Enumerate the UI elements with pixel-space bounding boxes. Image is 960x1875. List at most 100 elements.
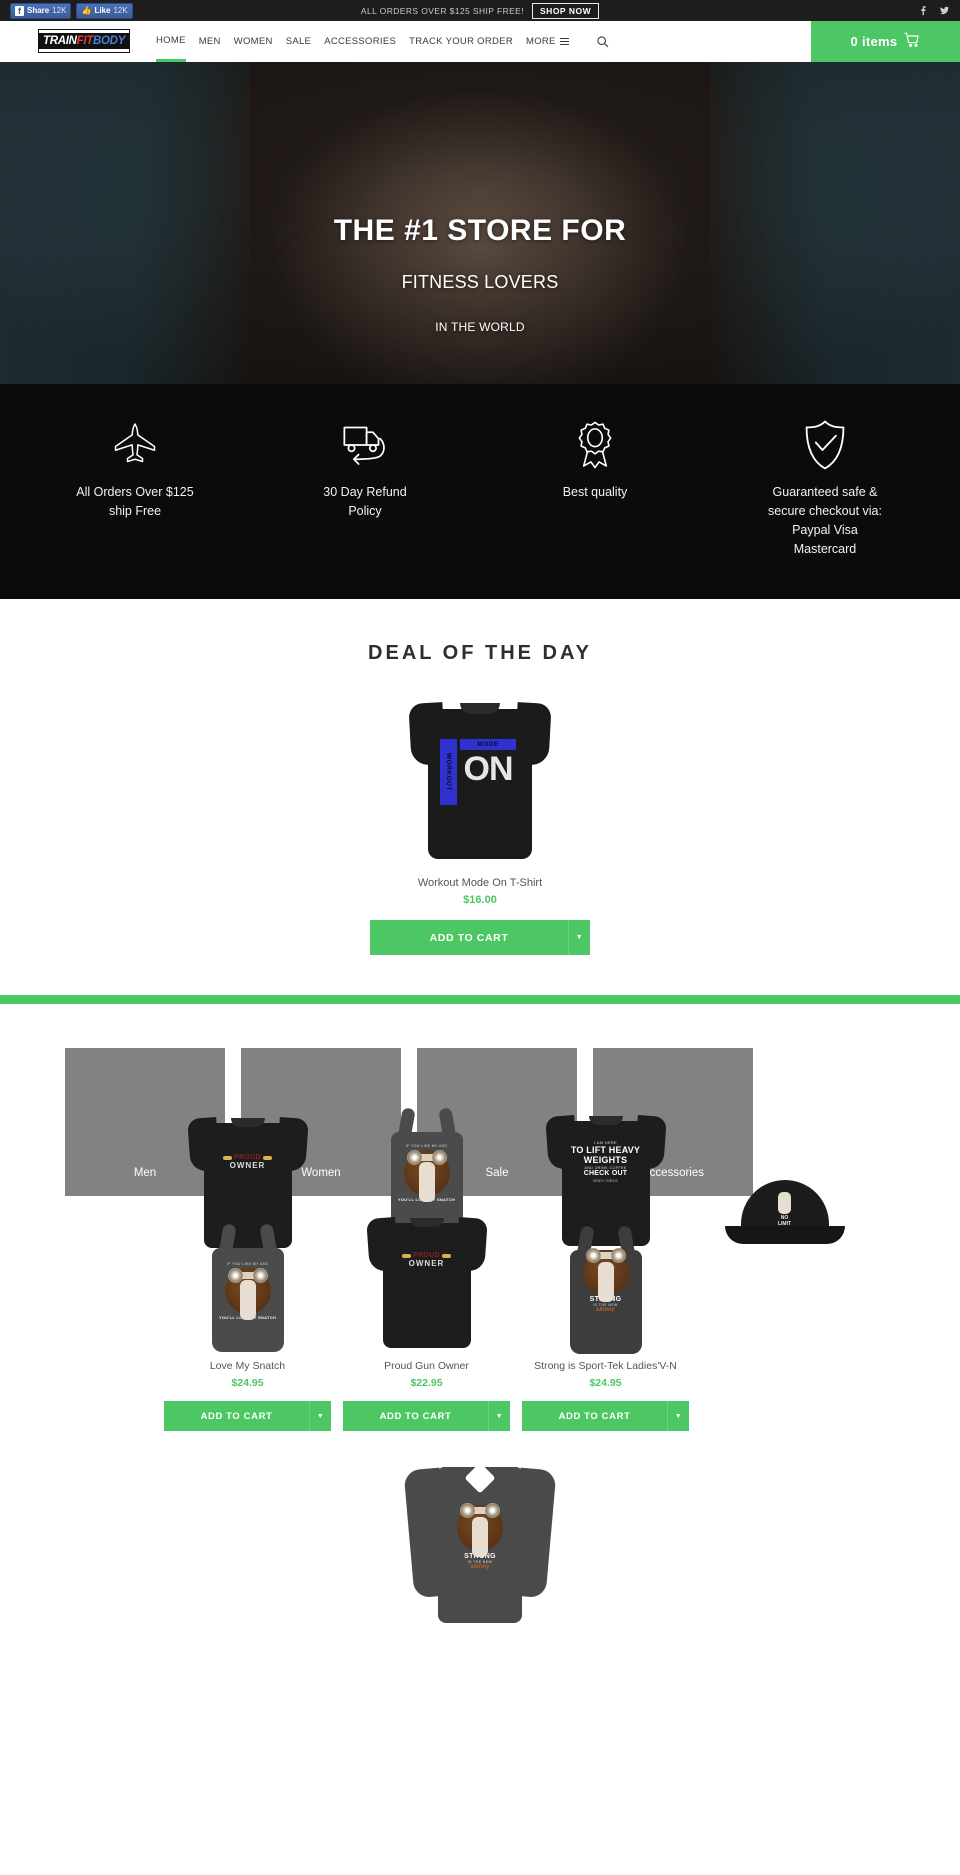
variant-dropdown-caret-icon[interactable]: ▼ bbox=[568, 920, 590, 955]
section-divider bbox=[0, 995, 960, 1004]
cap-brim bbox=[724, 1226, 845, 1244]
tee-art-line-1: PROUD bbox=[234, 1154, 261, 1161]
facebook-icon: f bbox=[15, 5, 24, 16]
shield-check-icon bbox=[801, 420, 849, 470]
nav-item-home[interactable]: HOME bbox=[156, 21, 186, 62]
product-name[interactable]: Proud Gun Owner bbox=[337, 1360, 516, 1372]
search-icon[interactable] bbox=[596, 35, 609, 48]
variant-dropdown-caret-icon[interactable]: ▼ bbox=[488, 1401, 510, 1431]
print-on-text: ON bbox=[463, 750, 514, 788]
thumbs-up-icon: 👍 bbox=[81, 6, 92, 15]
deal-product-card: WORKOUT MODE ON Workout Mode On T-Shirt … bbox=[0, 691, 960, 955]
cap-art-figure bbox=[778, 1192, 791, 1214]
cap-graphic-no-limit: NO LIMIT bbox=[724, 1180, 845, 1258]
facebook-share-button[interactable]: f Share 12K bbox=[10, 2, 72, 19]
award-ribbon-icon bbox=[571, 421, 619, 469]
deal-of-the-day-section: DEAL OF THE DAY WORKOUT MODE ON Workout … bbox=[0, 599, 960, 1004]
benefit-text: All Orders Over $125 ship Free bbox=[76, 485, 194, 518]
product-row-2: STRONG IS THE NEW skinny bbox=[0, 1453, 960, 1623]
product-grid: PROUD OWNER IF YOU LIKE MY ASS YOU'LL LO… bbox=[0, 1098, 960, 1431]
tee-art-line-3: skinny bbox=[595, 1307, 615, 1313]
tee-art-line-5: BODY GIRLS bbox=[593, 1178, 618, 1183]
tee-art-line-2: TO LIFT HEAVY WEIGHTS bbox=[570, 1145, 641, 1165]
benefit-secure-checkout: Guaranteed safe & secure checkout via: P… bbox=[710, 420, 940, 559]
add-to-cart-group: ADD TO CART ▼ bbox=[343, 1401, 510, 1431]
add-to-cart-button[interactable]: ADD TO CART bbox=[522, 1401, 667, 1431]
share-count: 12K bbox=[52, 6, 67, 15]
nav-item-women[interactable]: WOMEN bbox=[234, 21, 273, 62]
product-name[interactable]: Strong is Sport-Tek Ladies'V-N bbox=[516, 1360, 695, 1372]
tank-graphic-love-my-snatch: IF YOU LIKE MY ASS YOU'LL LOVE MY SNATCH bbox=[200, 1218, 296, 1352]
product-image-group[interactable]: I AM HERE TO LIFT HEAVY WEIGHTS AND DRIN… bbox=[516, 1098, 695, 1360]
benefit-refund-policy: 30 Day Refund Policy bbox=[250, 421, 480, 559]
cart-button[interactable]: 0 items bbox=[811, 21, 960, 62]
add-to-cart-group: ADD TO CART ▼ bbox=[164, 1401, 331, 1431]
product-name[interactable]: Love My Snatch bbox=[158, 1360, 337, 1372]
facebook-like-button[interactable]: 👍 Like 12K bbox=[76, 2, 133, 19]
like-count: 12K bbox=[113, 6, 128, 15]
logo-part-3: BODY bbox=[92, 35, 126, 47]
nav-item-more[interactable]: MORE bbox=[526, 21, 569, 62]
print-vertical-text: WORKOUT bbox=[440, 739, 457, 805]
long-sleeve-graphic-strong-is-the-new-skinny[interactable]: STRONG IS THE NEW skinny bbox=[403, 1453, 557, 1623]
hamburger-icon bbox=[559, 37, 569, 46]
tee-art-line-4: CHECK OUT bbox=[583, 1170, 628, 1177]
tee-collar bbox=[460, 703, 500, 714]
product-name[interactable]: Workout Mode On T-Shirt bbox=[0, 877, 960, 889]
nav-item-sale[interactable]: SALE bbox=[286, 21, 312, 62]
hero-copy: THE #1 STORE FOR FITNESS LOVERS IN THE W… bbox=[0, 62, 960, 384]
benefit-text: Guaranteed safe & secure checkout via: P… bbox=[768, 485, 882, 556]
promo-text: ALL ORDERS OVER $125 SHIP FREE! bbox=[360, 5, 525, 16]
add-to-cart-button[interactable]: ADD TO CART bbox=[164, 1401, 309, 1431]
hero-headline: THE #1 STORE FOR bbox=[333, 214, 627, 247]
tank-art-top: IF YOU LIKE MY ASS bbox=[405, 1144, 448, 1148]
benefits-strip: All Orders Over $125 ship Free 30 Day Re… bbox=[0, 384, 960, 599]
hero-tagline: IN THE WORLD bbox=[435, 320, 525, 334]
product-image-group[interactable]: PROUD OWNER IF YOU LIKE MY ASS YOU'LL LO… bbox=[158, 1098, 337, 1360]
top-promo-bar: f Share 12K 👍 Like 12K ALL ORDERS OVER $… bbox=[0, 0, 960, 21]
benefit-text: Best quality bbox=[562, 485, 628, 499]
nav-item-track-your-order[interactable]: TRACK YOUR ORDER bbox=[409, 21, 513, 62]
tank-art-top: IF YOU LIKE MY ASS bbox=[226, 1262, 269, 1266]
nav-item-men[interactable]: MEN bbox=[199, 21, 221, 62]
product-card-strong-is-sport-tek: I AM HERE TO LIFT HEAVY WEIGHTS AND DRIN… bbox=[516, 1098, 695, 1431]
product-price: $24.95 bbox=[231, 1377, 264, 1389]
cart-count-label: 0 items bbox=[850, 34, 898, 49]
like-label: Like bbox=[94, 6, 111, 15]
promo-message-group: ALL ORDERS OVER $125 SHIP FREE! SHOP NOW bbox=[0, 2, 960, 19]
product-card-love-my-snatch: PROUD OWNER IF YOU LIKE MY ASS YOU'LL LO… bbox=[158, 1098, 337, 1431]
art-line-3: skinny bbox=[470, 1564, 490, 1570]
product-card-cap: NO LIMIT bbox=[695, 1098, 874, 1431]
benefit-text: 30 Day Refund Policy bbox=[323, 485, 407, 518]
benefit-free-shipping: All Orders Over $125 ship Free bbox=[20, 421, 250, 559]
product-price: $16.00 bbox=[463, 894, 497, 906]
product-image-workout-mode-on[interactable]: WORKOUT MODE ON bbox=[408, 691, 552, 859]
section-title: DEAL OF THE DAY bbox=[368, 642, 592, 664]
add-to-cart-button[interactable]: ADD TO CART bbox=[370, 920, 568, 955]
site-logo[interactable]: TRAIN FIT BODY bbox=[39, 30, 129, 52]
tee-art-line-2: OWNER bbox=[229, 1161, 266, 1170]
facebook-icon[interactable] bbox=[918, 5, 929, 16]
twitter-icon[interactable] bbox=[939, 5, 950, 16]
share-label: Share bbox=[27, 6, 50, 15]
social-links-group bbox=[918, 5, 950, 16]
product-price: $22.95 bbox=[410, 1377, 443, 1389]
print-mode-text: MODE bbox=[460, 739, 516, 750]
variant-dropdown-caret-icon[interactable]: ▼ bbox=[309, 1401, 331, 1431]
product-image-group[interactable]: NO LIMIT bbox=[695, 1098, 874, 1360]
product-card-proud-gun-owner: IF YOU LIKE MY ASS YOU'LL LOVE MY SNATCH… bbox=[337, 1098, 516, 1431]
shop-now-button[interactable]: SHOP NOW bbox=[532, 2, 600, 19]
cart-icon bbox=[904, 32, 920, 51]
tee-graphic-proud-gun-owner-2: PROUD OWNER bbox=[365, 1208, 488, 1348]
airplane-icon bbox=[109, 421, 161, 469]
nav-item-accessories[interactable]: ACCESSORIES bbox=[324, 21, 396, 62]
nav-links: HOME MEN WOMEN SALE ACCESSORIES TRACK YO… bbox=[156, 21, 609, 62]
tee-art-line-1: PROUD bbox=[413, 1252, 440, 1259]
hero-subheadline: FITNESS LOVERS bbox=[401, 272, 559, 292]
add-to-cart-button[interactable]: ADD TO CART bbox=[343, 1401, 488, 1431]
logo-part-1: TRAIN bbox=[42, 35, 77, 47]
add-to-cart-group: ADD TO CART ▼ bbox=[370, 920, 590, 955]
product-image-group[interactable]: IF YOU LIKE MY ASS YOU'LL LOVE MY SNATCH… bbox=[337, 1098, 516, 1360]
benefit-best-quality: Best quality bbox=[480, 421, 710, 559]
variant-dropdown-caret-icon[interactable]: ▼ bbox=[667, 1401, 689, 1431]
